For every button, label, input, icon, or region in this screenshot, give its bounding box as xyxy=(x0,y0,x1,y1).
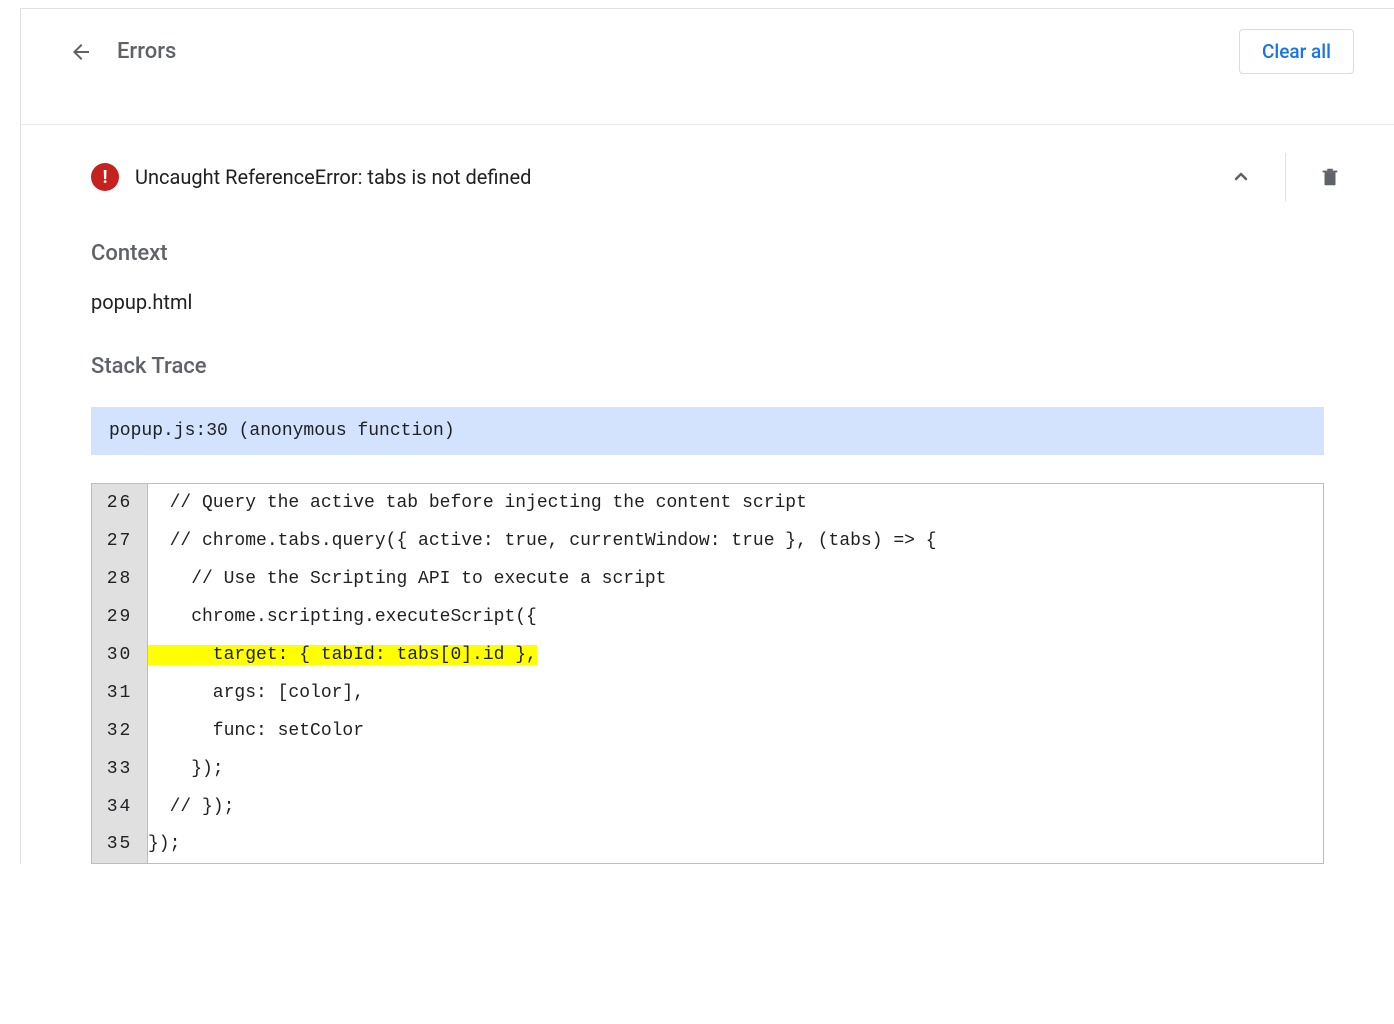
line-number: 30 xyxy=(92,636,148,674)
error-message: Uncaught ReferenceError: tabs is not def… xyxy=(135,165,1201,189)
code-line: 30 target: { tabId: tabs[0].id }, xyxy=(92,636,1324,674)
header-left: Errors xyxy=(69,39,176,64)
code-text: args: [color], xyxy=(148,674,1324,712)
line-number: 34 xyxy=(92,788,148,826)
code-text: // chrome.tabs.query({ active: true, cur… xyxy=(148,522,1324,560)
header: Errors Clear all xyxy=(21,9,1394,94)
clear-all-button[interactable]: Clear all xyxy=(1239,29,1354,74)
code-line: 26 // Query the active tab before inject… xyxy=(92,484,1324,522)
code-line: 34 // }); xyxy=(92,788,1324,826)
stack-trace-heading: Stack Trace xyxy=(91,354,1324,379)
errors-panel: Errors Clear all Uncaught ReferenceError… xyxy=(20,8,1394,864)
back-arrow-icon[interactable] xyxy=(69,40,93,64)
code-text: chrome.scripting.executeScript({ xyxy=(148,598,1324,636)
code-text: // Use the Scripting API to execute a sc… xyxy=(148,560,1324,598)
collapse-icon[interactable] xyxy=(1217,153,1265,201)
line-number: 29 xyxy=(92,598,148,636)
context-heading: Context xyxy=(91,241,1324,266)
page-title: Errors xyxy=(117,39,176,64)
code-line: 29 chrome.scripting.executeScript({ xyxy=(92,598,1324,636)
line-number: 32 xyxy=(92,712,148,750)
line-number: 28 xyxy=(92,560,148,598)
code-line: 32 func: setColor xyxy=(92,712,1324,750)
code-text: // Query the active tab before injecting… xyxy=(148,484,1324,522)
code-text: func: setColor xyxy=(148,712,1324,750)
code-text: target: { tabId: tabs[0].id }, xyxy=(148,636,1324,674)
code-text: }); xyxy=(148,750,1324,788)
code-line: 27 // chrome.tabs.query({ active: true, … xyxy=(92,522,1324,560)
divider xyxy=(21,124,1394,125)
error-icon xyxy=(91,163,119,191)
code-line: 35}); xyxy=(92,826,1324,864)
line-number: 27 xyxy=(92,522,148,560)
action-divider xyxy=(1285,153,1286,201)
error-actions xyxy=(1217,153,1354,201)
error-row: Uncaught ReferenceError: tabs is not def… xyxy=(21,153,1394,201)
line-number: 33 xyxy=(92,750,148,788)
code-line: 28 // Use the Scripting API to execute a… xyxy=(92,560,1324,598)
code-snippet: 26 // Query the active tab before inject… xyxy=(91,483,1324,864)
code-text: // }); xyxy=(148,788,1324,826)
code-line: 31 args: [color], xyxy=(92,674,1324,712)
line-number: 31 xyxy=(92,674,148,712)
line-number: 35 xyxy=(92,826,148,864)
stack-trace-location[interactable]: popup.js:30 (anonymous function) xyxy=(91,407,1324,455)
delete-icon[interactable] xyxy=(1306,153,1354,201)
code-line: 33 }); xyxy=(92,750,1324,788)
error-details: Context popup.html Stack Trace popup.js:… xyxy=(21,201,1394,864)
code-text: }); xyxy=(148,826,1324,864)
line-number: 26 xyxy=(92,484,148,522)
context-value: popup.html xyxy=(91,290,1324,314)
